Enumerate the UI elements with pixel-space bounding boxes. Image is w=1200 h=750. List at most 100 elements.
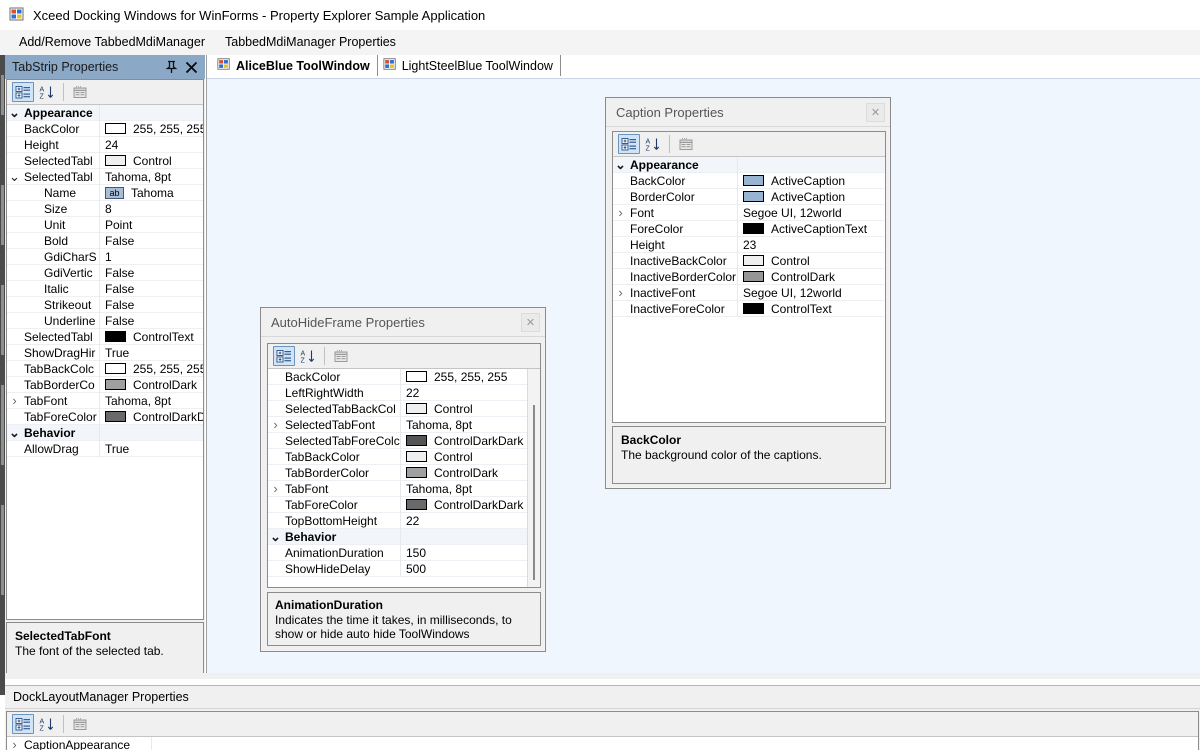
tabstrip-grid-rows[interactable]: ⌄ Appearance BackColor 255, 255, 255 Height 2… bbox=[7, 105, 203, 619]
property-value-cell[interactable] bbox=[152, 737, 1198, 750]
property-value-cell[interactable]: False bbox=[100, 233, 203, 249]
property-row[interactable]: Height 24 bbox=[7, 136, 203, 153]
alphabetical-sort-icon[interactable]: A Z bbox=[36, 714, 58, 734]
property-value-cell[interactable]: ab Tahoma bbox=[100, 185, 203, 201]
close-icon[interactable]: ✕ bbox=[866, 102, 885, 122]
property-value-cell[interactable]: 150 bbox=[401, 545, 540, 561]
property-pages-icon[interactable] bbox=[675, 134, 697, 154]
property-row[interactable]: SelectedTabBackCol Control bbox=[268, 400, 540, 417]
property-row[interactable]: BackColor 255, 255, 255 bbox=[268, 369, 540, 385]
property-value-cell[interactable]: 8 bbox=[100, 201, 203, 217]
categorized-view-icon[interactable] bbox=[12, 82, 34, 102]
chevron-down-icon[interactable]: ⌄ bbox=[268, 530, 283, 543]
property-row[interactable]: Name ab Tahoma bbox=[7, 184, 203, 201]
property-value-cell[interactable]: ControlDark bbox=[738, 269, 885, 285]
property-row[interactable]: ShowDragHir True bbox=[7, 344, 203, 361]
property-value-cell[interactable]: Control bbox=[100, 153, 203, 169]
property-value-cell[interactable]: ControlDarkDark bbox=[401, 433, 540, 449]
property-category-row[interactable]: ⌄ Behavior bbox=[7, 424, 203, 441]
property-row[interactable]: TabBackColc 255, 255, 255 bbox=[7, 360, 203, 377]
property-value-cell[interactable]: Control bbox=[738, 253, 885, 269]
property-value-cell[interactable]: ControlText bbox=[100, 329, 203, 345]
categorized-view-icon[interactable] bbox=[273, 346, 295, 366]
autohideframe-window-caption[interactable]: AutoHideFrame Properties ✕ bbox=[261, 308, 545, 337]
property-value-cell[interactable]: 255, 255, 255 bbox=[100, 121, 203, 137]
pin-icon[interactable] bbox=[161, 57, 181, 77]
property-row[interactable]: › SelectedTabFont Tahoma, 8pt bbox=[268, 416, 540, 433]
property-value-cell[interactable]: ControlDark bbox=[100, 377, 203, 393]
property-row[interactable]: TabForeColor ControlDarkDark bbox=[7, 408, 203, 425]
chevron-down-icon[interactable]: ⌄ bbox=[613, 158, 628, 171]
chevron-right-icon[interactable]: › bbox=[613, 285, 628, 300]
property-value-cell[interactable]: ControlDarkDark bbox=[401, 497, 540, 513]
property-row[interactable]: Italic False bbox=[7, 280, 203, 297]
scrollbar-thumb[interactable] bbox=[533, 405, 535, 580]
property-row[interactable]: AnimationDuration 150 bbox=[268, 544, 540, 561]
property-value-cell[interactable]: ActiveCaption bbox=[738, 189, 885, 205]
property-value-cell[interactable]: Segoe UI, 12world bbox=[738, 285, 885, 301]
property-value-cell[interactable]: Segoe UI, 12world bbox=[738, 205, 885, 221]
menu-item-tabbedmdimanager-properties[interactable]: TabbedMdiManager Properties bbox=[215, 32, 406, 53]
mdi-tab[interactable]: LightSteelBlue ToolWindow bbox=[377, 55, 561, 76]
close-icon[interactable] bbox=[181, 57, 201, 77]
menu-item-add-remove-tabbedmdimanager[interactable]: Add/Remove TabbedMdiManager bbox=[9, 32, 215, 53]
property-value-cell[interactable]: ActiveCaption bbox=[738, 173, 885, 189]
property-row[interactable]: Bold False bbox=[7, 232, 203, 249]
property-pages-icon[interactable] bbox=[69, 714, 91, 734]
property-row[interactable]: TabBorderColor ControlDark bbox=[268, 464, 540, 481]
property-category-row[interactable]: ⌄ Behavior bbox=[268, 528, 540, 545]
property-row[interactable]: TabBackColor Control bbox=[268, 448, 540, 465]
property-row[interactable]: BackColor ActiveCaption bbox=[613, 172, 885, 189]
property-value-cell[interactable]: False bbox=[100, 313, 203, 329]
property-value-cell[interactable]: Tahoma, 8pt bbox=[401, 481, 540, 497]
property-row[interactable]: InactiveForeColor ControlText bbox=[613, 300, 885, 317]
property-value-cell[interactable]: 500 bbox=[401, 561, 540, 577]
close-icon[interactable]: ✕ bbox=[521, 312, 540, 332]
property-value-cell[interactable]: Tahoma, 8pt bbox=[100, 169, 203, 185]
property-row[interactable]: TopBottomHeight 22 bbox=[268, 512, 540, 529]
property-row[interactable]: GdiVertic False bbox=[7, 264, 203, 281]
categorized-view-icon[interactable] bbox=[618, 134, 640, 154]
property-row[interactable]: Unit Point bbox=[7, 216, 203, 233]
property-row[interactable]: InactiveBackColor Control bbox=[613, 252, 885, 269]
chevron-down-icon[interactable]: ⌄ bbox=[7, 426, 22, 439]
property-value-cell[interactable]: 22 bbox=[401, 385, 540, 401]
property-row[interactable]: InactiveBorderColor ControlDark bbox=[613, 268, 885, 285]
property-row[interactable]: Strikeout False bbox=[7, 296, 203, 313]
horizontal-splitter[interactable] bbox=[5, 673, 1200, 679]
chevron-right-icon[interactable]: › bbox=[268, 481, 283, 496]
property-value-cell[interactable]: Tahoma, 8pt bbox=[401, 417, 540, 433]
property-value-cell[interactable]: 1 bbox=[100, 249, 203, 265]
property-row[interactable]: SelectedTabl ControlText bbox=[7, 328, 203, 345]
property-row[interactable]: AllowDrag True bbox=[7, 440, 203, 457]
property-row[interactable]: ShowHideDelay 500 bbox=[268, 560, 540, 577]
property-row[interactable]: ⌄ SelectedTabl Tahoma, 8pt bbox=[7, 168, 203, 185]
property-row[interactable]: SelectedTabForeColc ControlDarkDark bbox=[268, 432, 540, 449]
property-value-cell[interactable]: 23 bbox=[738, 237, 885, 253]
property-value-cell[interactable]: True bbox=[100, 441, 203, 457]
property-value-cell[interactable]: False bbox=[100, 281, 203, 297]
property-row[interactable]: Height 23 bbox=[613, 236, 885, 253]
chevron-down-icon[interactable]: ⌄ bbox=[7, 106, 22, 119]
property-row[interactable]: BackColor 255, 255, 255 bbox=[7, 120, 203, 137]
property-row[interactable]: GdiCharS 1 bbox=[7, 248, 203, 265]
property-row[interactable]: TabBorderCo ControlDark bbox=[7, 376, 203, 393]
alphabetical-sort-icon[interactable]: A Z bbox=[36, 82, 58, 102]
autohideframe-grid-scrollbar[interactable] bbox=[527, 369, 540, 587]
chevron-right-icon[interactable]: › bbox=[613, 205, 628, 220]
chevron-right-icon[interactable]: › bbox=[268, 417, 283, 432]
property-value-cell[interactable]: 22 bbox=[401, 513, 540, 529]
property-row[interactable]: › Font Segoe UI, 12world bbox=[613, 204, 885, 221]
property-value-cell[interactable]: 24 bbox=[100, 137, 203, 153]
caption-grid-rows[interactable]: ⌄ Appearance BackColor ActiveCaption BorderC… bbox=[613, 157, 885, 422]
property-value-cell[interactable]: ControlText bbox=[738, 301, 885, 317]
property-pages-icon[interactable] bbox=[330, 346, 352, 366]
property-row[interactable]: › TabFont Tahoma, 8pt bbox=[268, 480, 540, 497]
property-row[interactable]: › TabFont Tahoma, 8pt bbox=[7, 392, 203, 409]
property-value-cell[interactable]: ControlDarkDark bbox=[100, 409, 203, 425]
alphabetical-sort-icon[interactable]: A Z bbox=[642, 134, 664, 154]
property-value-cell[interactable]: 255, 255, 255 bbox=[401, 369, 540, 385]
property-row[interactable]: ForeColor ActiveCaptionText bbox=[613, 220, 885, 237]
property-value-cell[interactable]: Control bbox=[401, 401, 540, 417]
property-category-row[interactable]: ⌄ Appearance bbox=[7, 105, 203, 121]
